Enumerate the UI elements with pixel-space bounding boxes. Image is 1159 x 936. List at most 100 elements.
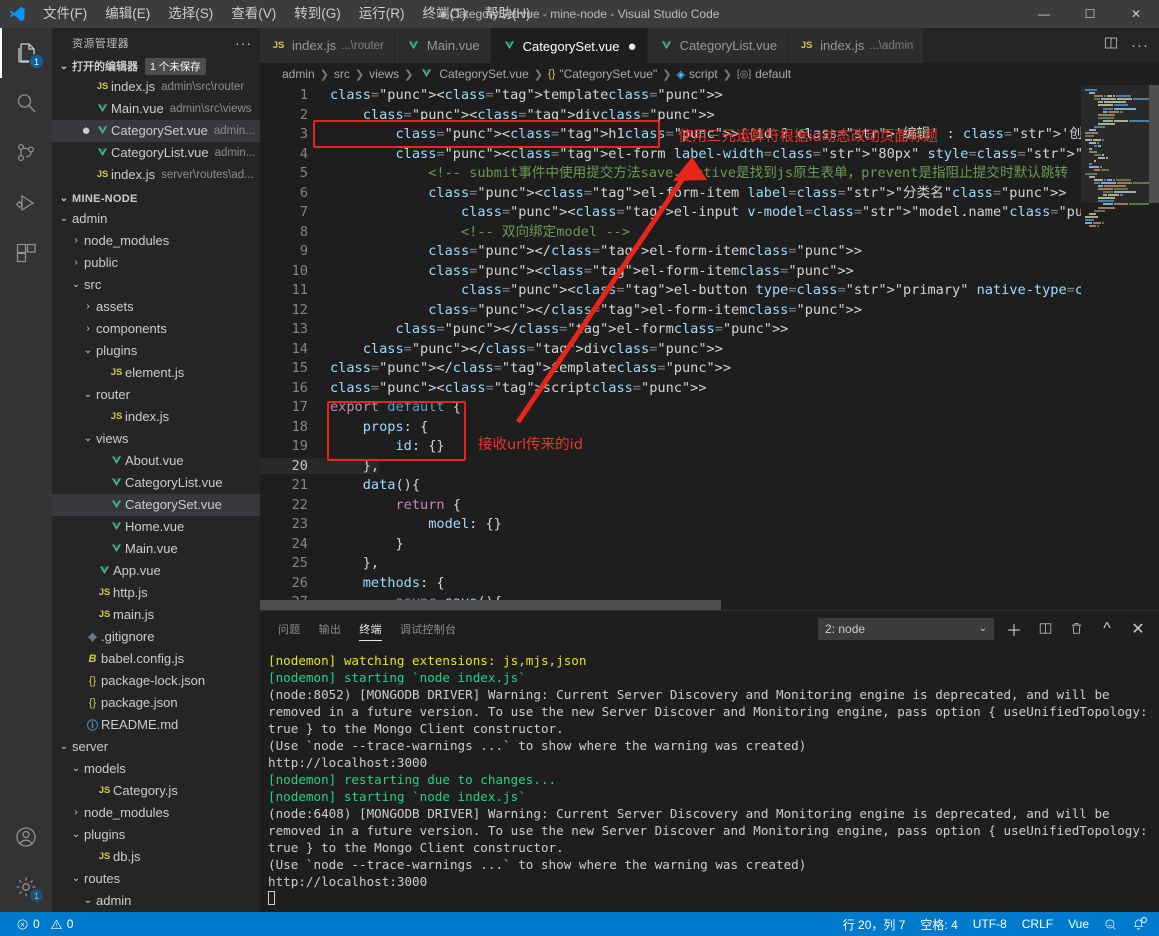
status-language-mode[interactable]: Vue bbox=[1068, 917, 1089, 931]
menu-terminal[interactable]: 终端(T) bbox=[414, 0, 476, 28]
code-editor[interactable]: 1 class="punc"><class="tag">templateclass… bbox=[260, 85, 1159, 610]
tree-file[interactable]: JS http.js bbox=[52, 582, 260, 604]
tree-folder[interactable]: ⌄ admin bbox=[52, 890, 260, 912]
menu-view[interactable]: 查看(V) bbox=[222, 0, 285, 28]
notifications-bell-icon[interactable] bbox=[1132, 916, 1147, 931]
activity-extensions[interactable] bbox=[0, 228, 52, 278]
menu-edit[interactable]: 编辑(E) bbox=[96, 0, 159, 28]
tree-file[interactable]: ◈ .gitignore bbox=[52, 626, 260, 648]
tree-file[interactable]: JS element.js bbox=[52, 362, 260, 384]
breadcrumb-symbol-script[interactable]: ◈ script bbox=[676, 67, 717, 81]
open-editors-section[interactable]: ⌄ 打开的编辑器 1 个未保存 bbox=[52, 57, 260, 75]
tree-folder[interactable]: › components bbox=[52, 318, 260, 340]
explorer-more-icon[interactable]: ··· bbox=[235, 35, 252, 51]
activity-settings[interactable]: 1 bbox=[0, 862, 52, 912]
menu-go[interactable]: 转到(G) bbox=[285, 0, 350, 28]
split-terminal-button[interactable] bbox=[1034, 618, 1056, 640]
tree-file[interactable]: ⓘ README.md bbox=[52, 714, 260, 736]
minimap-line bbox=[1085, 144, 1149, 147]
status-encoding[interactable]: UTF-8 bbox=[973, 917, 1007, 931]
tree-folder[interactable]: › node_modules bbox=[52, 802, 260, 824]
minimap[interactable] bbox=[1081, 85, 1159, 610]
editor-tab[interactable]: CategoryList.vue bbox=[647, 28, 789, 63]
tree-folder[interactable]: › node_modules bbox=[52, 230, 260, 252]
tree-folder[interactable]: ⌄ src bbox=[52, 274, 260, 296]
open-editor-item[interactable]: CategoryList.vue admin... bbox=[52, 142, 260, 164]
activity-account[interactable] bbox=[0, 812, 52, 862]
tree-file[interactable]: About.vue bbox=[52, 450, 260, 472]
editor-more-icon[interactable]: ··· bbox=[1131, 37, 1149, 54]
tree-folder[interactable]: ⌄ routes bbox=[52, 868, 260, 890]
tree-file[interactable]: CategorySet.vue bbox=[52, 493, 260, 516]
tree-folder[interactable]: › assets bbox=[52, 296, 260, 318]
tree-file[interactable]: {} package-lock.json bbox=[52, 670, 260, 692]
activity-source-control[interactable] bbox=[0, 128, 52, 178]
status-eol[interactable]: CRLF bbox=[1022, 917, 1053, 931]
editor-horizontal-scrollbar[interactable] bbox=[260, 600, 1003, 610]
maximize-panel-button[interactable]: ^ bbox=[1096, 618, 1118, 640]
minimize-button[interactable]: — bbox=[1021, 0, 1067, 28]
editor-tab[interactable]: Main.vue bbox=[394, 28, 491, 63]
tree-folder[interactable]: ⌄ plugins bbox=[52, 340, 260, 362]
tree-folder[interactable]: › public bbox=[52, 252, 260, 274]
breadcrumb-symbol-module[interactable]: {} "CategorySet.vue" bbox=[548, 67, 657, 81]
editor-vscroll-thumb[interactable] bbox=[1149, 85, 1159, 203]
kill-terminal-button[interactable] bbox=[1065, 618, 1087, 640]
tree-folder[interactable]: ⌄ server bbox=[52, 736, 260, 758]
tree-folder[interactable]: ⌄ admin bbox=[52, 208, 260, 230]
maximize-button[interactable]: ☐ bbox=[1067, 0, 1113, 28]
breadcrumb-file[interactable]: CategorySet.vue bbox=[418, 67, 529, 81]
panel-tab-debug-console[interactable]: 调试控制台 bbox=[400, 611, 457, 646]
tree-folder[interactable]: ⌄ models bbox=[52, 758, 260, 780]
open-editor-item[interactable]: ● CategorySet.vue admin... bbox=[52, 119, 260, 142]
editor-vertical-scrollbar[interactable] bbox=[1149, 85, 1159, 610]
workspace-root-row[interactable]: ⌄ MINE-NODE bbox=[52, 190, 260, 208]
split-editor-icon[interactable] bbox=[1103, 35, 1119, 56]
feedback-icon[interactable] bbox=[1104, 918, 1117, 931]
tree-file[interactable]: App.vue bbox=[52, 560, 260, 582]
status-cursor-position[interactable]: 行 20，列 7 bbox=[843, 916, 906, 933]
activity-run-debug[interactable] bbox=[0, 178, 52, 228]
terminal-output[interactable]: [nodemon] watching extensions: js,mjs,js… bbox=[260, 646, 1159, 912]
close-button[interactable]: ✕ bbox=[1113, 0, 1159, 28]
tree-file[interactable]: CategoryList.vue bbox=[52, 472, 260, 494]
tree-file[interactable]: JS db.js bbox=[52, 846, 260, 868]
tree-file[interactable]: JS main.js bbox=[52, 604, 260, 626]
tree-file[interactable]: Home.vue bbox=[52, 516, 260, 538]
panel-tab-output[interactable]: 输出 bbox=[319, 611, 342, 646]
tree-folder[interactable]: ⌄ views bbox=[52, 428, 260, 450]
tree-folder[interactable]: ⌄ plugins bbox=[52, 824, 260, 846]
tree-file[interactable]: JS index.js bbox=[52, 406, 260, 428]
source-code[interactable]: 1 class="punc"><class="tag">templateclass… bbox=[260, 85, 1081, 610]
menu-file[interactable]: 文件(F) bbox=[34, 0, 96, 28]
editor-hscroll-thumb[interactable] bbox=[260, 600, 721, 610]
editor-tab[interactable]: JS index.js ...\admin bbox=[788, 28, 925, 63]
activity-explorer[interactable]: 1 bbox=[0, 28, 52, 78]
menu-run[interactable]: 运行(R) bbox=[350, 0, 414, 28]
tree-file[interactable]: Main.vue bbox=[52, 538, 260, 560]
tree-file[interactable]: JS Category.js bbox=[52, 780, 260, 802]
breadcrumb-admin[interactable]: admin bbox=[282, 67, 315, 81]
code-text-area[interactable]: 1 class="punc"><class="tag">templateclass… bbox=[260, 85, 1081, 610]
breadcrumb-symbol-default[interactable]: [◎] default bbox=[737, 67, 791, 81]
new-terminal-button[interactable]: ＋ bbox=[1003, 618, 1025, 640]
breadcrumb-views[interactable]: views bbox=[369, 67, 399, 81]
panel-tab-problems[interactable]: 问题 bbox=[278, 611, 301, 646]
open-editor-item[interactable]: Main.vue admin\src\views bbox=[52, 98, 260, 120]
editor-tab[interactable]: JS index.js ...\router bbox=[260, 28, 395, 63]
editor-tab[interactable]: CategorySet.vue ● bbox=[490, 28, 648, 63]
panel-tab-terminal[interactable]: 终端 bbox=[359, 611, 382, 646]
tree-file[interactable]: Bbabel.config.js bbox=[52, 648, 260, 670]
tree-folder[interactable]: ⌄ router bbox=[52, 384, 260, 406]
menu-selection[interactable]: 选择(S) bbox=[159, 0, 222, 28]
activity-search[interactable] bbox=[0, 78, 52, 128]
tree-file[interactable]: {} package.json bbox=[52, 692, 260, 714]
terminal-select[interactable]: 2: node ⌄ bbox=[818, 617, 994, 640]
menu-help[interactable]: 帮助(H) bbox=[476, 0, 540, 28]
breadcrumb-src[interactable]: src bbox=[334, 67, 350, 81]
status-problems[interactable]: 0 0 bbox=[16, 917, 73, 931]
open-editor-item[interactable]: JS index.js admin\src\router bbox=[52, 76, 260, 98]
close-panel-button[interactable]: ✕ bbox=[1127, 618, 1149, 640]
status-indentation[interactable]: 空格: 4 bbox=[920, 916, 957, 933]
open-editor-item[interactable]: JS index.js server\routes\ad... bbox=[52, 164, 260, 186]
